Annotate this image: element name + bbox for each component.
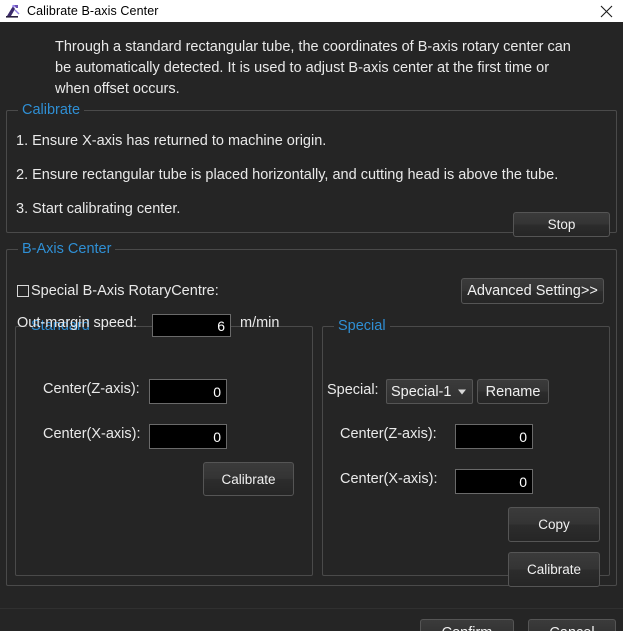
description-text: Through a standard rectangular tube, the… [55, 39, 571, 97]
special-center-x-label: Center(X-axis): [340, 471, 438, 487]
chevron-down-icon [458, 389, 466, 394]
special-center-x-input[interactable]: 0 [455, 469, 533, 494]
calibrate-group-title: Calibrate [18, 101, 85, 119]
special-calibrate-button[interactable]: Calibrate [508, 552, 600, 587]
title-bar: Calibrate B-axis Center [0, 0, 623, 22]
calibrate-b-axis-center-dialog: Calibrate B-axis Center Through a standa… [0, 0, 623, 631]
special-center-z-label: Center(Z-axis): [340, 426, 437, 442]
standard-center-x-label: Center(X-axis): [43, 426, 141, 442]
special-group-title: Special [334, 317, 390, 335]
window-title: Calibrate B-axis Center [27, 4, 159, 18]
standard-calibrate-button[interactable]: Calibrate [203, 462, 294, 496]
special-select-dropdown[interactable]: Special-1 [386, 379, 473, 404]
standard-group: Standard [15, 317, 313, 576]
advanced-setting-button[interactable]: Advanced Setting>> [461, 278, 604, 304]
calibrate-step-2: 2. Ensure rectangular tube is placed hor… [16, 167, 559, 183]
special-center-z-input[interactable]: 0 [455, 424, 533, 449]
confirm-button[interactable]: Confirm [420, 619, 514, 631]
machine-icon [6, 4, 20, 18]
calibrate-step-1: 1. Ensure X-axis has returned to machine… [16, 133, 327, 149]
checkbox-box[interactable] [17, 285, 29, 297]
special-b-axis-rotary-centre-label: Special B-Axis RotaryCentre: [31, 283, 219, 299]
special-select-label: Special: [327, 382, 379, 398]
calibrate-group: Calibrate 1. Ensure X-axis has returned … [6, 101, 617, 237]
special-b-axis-rotary-centre-checkbox[interactable]: Special B-Axis RotaryCentre: [17, 283, 219, 299]
out-margin-speed-input[interactable]: 6 [152, 314, 231, 337]
special-select-value: Special-1 [391, 383, 452, 400]
footer-divider [0, 608, 623, 609]
copy-button[interactable]: Copy [508, 507, 600, 542]
standard-center-z-label: Center(Z-axis): [43, 381, 140, 397]
standard-center-z-input[interactable]: 0 [149, 379, 227, 404]
calibrate-step-3: 3. Start calibrating center. [16, 201, 181, 217]
cancel-button[interactable]: Cancel [528, 619, 616, 631]
rename-button[interactable]: Rename [477, 379, 549, 404]
out-margin-speed-label: Out-margin speed: [17, 315, 138, 331]
dialog-body: Through a standard rectangular tube, the… [0, 22, 623, 631]
close-icon[interactable] [589, 0, 623, 22]
out-margin-speed-unit: m/min [240, 315, 280, 331]
b-axis-center-group-title: B-Axis Center [18, 240, 116, 258]
standard-center-x-input[interactable]: 0 [149, 424, 227, 449]
stop-button[interactable]: Stop [513, 212, 610, 237]
